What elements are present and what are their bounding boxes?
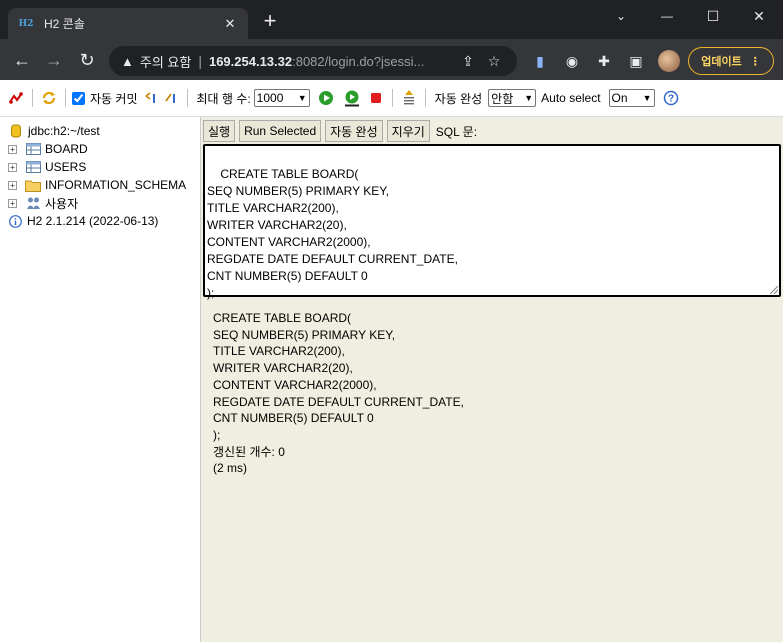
expand-icon[interactable]: + [8, 162, 17, 172]
tree-item-users[interactable]: + USERS [0, 158, 200, 176]
stop-icon[interactable] [366, 88, 386, 108]
toolbar-divider [65, 89, 66, 107]
tab-title: H2 콘솔 [44, 17, 85, 31]
extensions-puzzle-icon[interactable]: ✚ [593, 50, 615, 72]
window-close-button[interactable]: ✕ [736, 4, 782, 28]
autocomplete-button[interactable]: 자동 완성 [325, 120, 383, 142]
toolbar-divider [424, 89, 426, 107]
sql-button-row: 실행 Run Selected 자동 완성 지우기 SQL 문: [203, 120, 477, 142]
table-icon [25, 160, 41, 174]
tree-version: H2 2.1.214 (2022-06-13) [0, 212, 200, 230]
run-icon[interactable] [316, 88, 336, 108]
autocomplete-value: 안함 [491, 91, 514, 106]
security-warning-text[interactable]: 주의 요함 [140, 52, 191, 71]
url-host[interactable]: 169.254.13.32 [209, 54, 292, 69]
window-minimize-button[interactable]: — [644, 4, 690, 28]
tree-item-label: 사용자 [45, 196, 79, 211]
extension-docs-icon[interactable]: ▮ [529, 50, 551, 72]
browser-tab[interactable]: H2 H2 콘솔 ✕ [8, 8, 248, 39]
new-tab-button[interactable]: + [259, 10, 281, 32]
version-label: H2 2.1.214 (2022-06-13) [27, 214, 159, 228]
folder-icon [25, 178, 41, 192]
share-icon[interactable]: ⇪ [457, 53, 479, 70]
sql-result-output: CREATE TABLE BOARD( SEQ NUMBER(5) PRIMAR… [213, 311, 464, 476]
commit-icon[interactable] [161, 88, 181, 108]
expand-icon[interactable]: + [8, 144, 17, 154]
tree-item-information-schema[interactable]: + INFORMATION_SCHEMA [0, 176, 200, 194]
chevron-down-icon: ▼ [642, 93, 652, 103]
tree-item-label: BOARD [45, 142, 88, 156]
reload-button[interactable]: ↻ [76, 49, 98, 71]
toolbar-divider [391, 89, 393, 107]
update-button[interactable]: 업데이트 ⋮ [688, 47, 774, 75]
tree-connection[interactable]: jdbc:h2:~/test [0, 122, 200, 140]
bookmark-star-icon[interactable]: ☆ [483, 53, 505, 70]
profile-avatar[interactable] [658, 50, 680, 72]
address-separator: | [198, 53, 202, 69]
expand-icon[interactable]: + [8, 198, 17, 208]
run-selected-button[interactable]: Run Selected [239, 120, 322, 142]
max-rows-value: 1000 [256, 91, 284, 105]
table-icon [25, 142, 41, 156]
tab-close-icon[interactable]: ✕ [222, 16, 238, 32]
autoselect-select[interactable]: On ▼ [608, 89, 655, 107]
info-icon [7, 214, 23, 228]
warning-triangle-icon[interactable]: ▲ [121, 54, 134, 69]
history-icon[interactable] [399, 88, 419, 108]
sql-editor[interactable]: CREATE TABLE BOARD( SEQ NUMBER(5) PRIMAR… [203, 144, 781, 300]
more-menu-icon[interactable]: ⋮ [750, 55, 761, 68]
schema-tree: jdbc:h2:~/test + BOARD + USERS + INFORMA… [0, 117, 201, 642]
chevron-down-icon: ▼ [297, 93, 307, 103]
tree-item-label: INFORMATION_SCHEMA [45, 178, 187, 192]
browser-titlebar: H2 H2 콘솔 ✕ + ⌄ — ☐ ✕ [0, 0, 783, 39]
sql-statement-label: SQL 문: [435, 124, 478, 139]
tree-item-label: USERS [45, 160, 87, 174]
h2-favicon-icon: H2 [18, 18, 34, 29]
autocommit-checkbox[interactable] [72, 91, 85, 105]
run-selected-icon[interactable] [342, 88, 362, 108]
disconnect-icon[interactable] [6, 88, 26, 108]
database-icon [8, 124, 24, 138]
expand-icon[interactable]: + [8, 180, 17, 190]
h2-toolbar: 자동 커밋 최대 행 수: 1000 ▼ 자동 완성 안함 ▼ Auto sel… [0, 80, 783, 117]
autocomplete-select[interactable]: 안함 ▼ [488, 89, 537, 107]
refresh-icon[interactable] [39, 88, 59, 108]
tree-item-users-group[interactable]: + 사용자 [0, 194, 200, 212]
update-label: 업데이트 [701, 56, 742, 68]
autoselect-value: On [611, 91, 628, 105]
back-button[interactable]: ← [11, 49, 33, 71]
autocommit-label: 자동 커밋 [90, 91, 138, 106]
tree-item-board[interactable]: + BOARD [0, 140, 200, 158]
clear-button[interactable]: 지우기 [386, 120, 430, 142]
users-icon [25, 196, 41, 210]
run-button[interactable]: 실행 [203, 120, 236, 142]
help-icon[interactable]: ? [661, 88, 681, 108]
camera-extension-icon[interactable]: ◉ [561, 50, 583, 72]
sql-editor-text: CREATE TABLE BOARD( SEQ NUMBER(5) PRIMAR… [207, 167, 458, 300]
window-maximize-button[interactable]: ☐ [690, 4, 736, 28]
url-path[interactable]: :8082/login.do?jsessi... [292, 54, 424, 69]
autoselect-label: Auto select [541, 91, 601, 105]
help-glyph: ? [667, 94, 673, 105]
rollback-icon[interactable] [141, 88, 161, 108]
chevron-down-icon: ▼ [524, 93, 534, 103]
max-rows-label: 최대 행 수: [196, 91, 251, 106]
sql-panel: 실행 Run Selected 자동 완성 지우기 SQL 문: CREATE … [201, 117, 783, 642]
toolbar-divider [32, 89, 33, 107]
connection-label: jdbc:h2:~/test [28, 124, 100, 138]
side-panel-icon[interactable]: ▣ [625, 50, 647, 72]
autocomplete-label: 자동 완성 [434, 91, 483, 106]
toolbar-divider [186, 89, 188, 107]
forward-button[interactable]: → [43, 49, 65, 71]
tab-search-icon[interactable]: ⌄ [598, 4, 644, 28]
resize-grip-icon[interactable] [770, 286, 778, 294]
max-rows-select[interactable]: 1000 ▼ [253, 89, 310, 107]
address-bar[interactable]: ▲ 주의 요함 | 169.254.13.32 :8082/login.do?j… [109, 46, 517, 76]
